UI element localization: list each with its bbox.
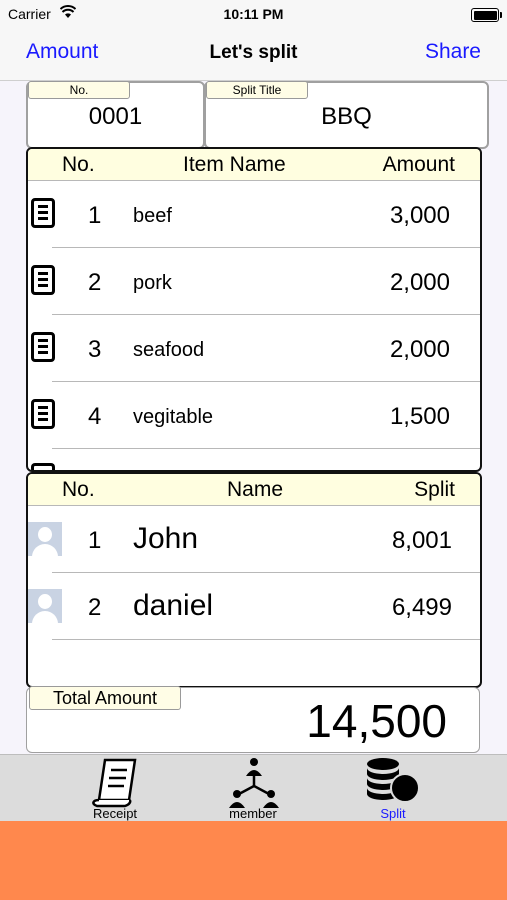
tab-split[interactable]: Split (343, 755, 443, 822)
navigation-bar: Amount Let's split Share (0, 28, 507, 81)
item-amount: 1,500 (389, 403, 450, 430)
split-number-label: No. (28, 81, 130, 99)
members-header-name: Name (227, 478, 284, 501)
document-icon[interactable] (31, 265, 55, 295)
share-button[interactable]: Share (425, 40, 481, 64)
member-row[interactable]: 1 John 8,001 (28, 506, 480, 573)
avatar (28, 522, 62, 556)
item-row[interactable]: 4 vegitable 1,500 (28, 382, 480, 449)
split-content: No. 0001 Split Title BBQ No. Item Name A… (0, 81, 507, 754)
battery-icon (471, 8, 502, 22)
member-name: daniel (133, 589, 214, 622)
split-number-field[interactable]: No. 0001 (26, 81, 205, 149)
ad-banner[interactable] (0, 821, 507, 900)
member-name: John (133, 522, 199, 555)
document-icon[interactable] (31, 399, 55, 429)
item-name: beef (133, 205, 172, 227)
member-tree-icon (227, 756, 281, 813)
items-header-no: No. (62, 153, 95, 176)
receipt-icon (89, 756, 141, 813)
total-amount-value: 14,500 (306, 695, 447, 747)
coins-split-icon (365, 756, 421, 813)
split-title-label: Split Title (206, 81, 308, 99)
split-title-value: BBQ (321, 103, 372, 130)
status-bar: Carrier 10:11 PM (0, 0, 507, 28)
members-table-header: No. Name Split (28, 474, 480, 506)
member-number: 2 (88, 594, 102, 621)
tab-member[interactable]: member (203, 755, 303, 822)
avatar (28, 589, 62, 623)
tab-member-label: member (229, 806, 277, 821)
tab-bar: Receipt member Split (0, 754, 507, 822)
split-number-value: 0001 (88, 103, 143, 130)
row-divider (52, 639, 480, 640)
item-name: pork (133, 272, 172, 294)
member-number: 1 (88, 527, 102, 554)
item-name: vegitable (133, 406, 214, 428)
document-icon[interactable] (31, 463, 55, 470)
total-amount-field: Total Amount 14,500 (26, 686, 480, 753)
item-number: 3 (88, 336, 102, 363)
item-amount: 2,000 (389, 269, 450, 296)
item-number: 2 (88, 269, 102, 296)
item-number: 4 (88, 403, 102, 430)
member-split-amount: 6,499 (391, 594, 452, 621)
status-time: 10:11 PM (223, 6, 284, 22)
item-amount: 2,000 (389, 336, 450, 363)
tab-split-label: Split (380, 806, 406, 821)
row-divider (52, 448, 480, 449)
members-header-split: Split (414, 478, 455, 501)
items-header-item-name: Item Name (183, 153, 286, 176)
item-number: 1 (88, 202, 102, 229)
split-title-field[interactable]: Split Title BBQ (204, 81, 489, 149)
members-table[interactable]: No. Name Split 1 John 8,001 2 daniel 6,4… (26, 472, 482, 688)
item-row[interactable]: 2 pork 2,000 (28, 248, 480, 315)
tab-receipt[interactable]: Receipt (65, 755, 165, 822)
items-table[interactable]: No. Item Name Amount 1 beef 3,000 2 pork… (26, 147, 482, 472)
document-icon[interactable] (31, 332, 55, 362)
member-split-amount: 8,001 (391, 527, 452, 554)
member-row[interactable]: 2 daniel 6,499 (28, 573, 480, 640)
total-amount-label: Total Amount (29, 686, 181, 710)
item-row[interactable]: 3 seafood 2,000 (28, 315, 480, 382)
members-header-no: No. (62, 478, 95, 501)
document-icon[interactable] (31, 198, 55, 228)
item-row[interactable]: 1 beef 3,000 (28, 181, 480, 248)
tab-receipt-label: Receipt (92, 806, 138, 821)
items-table-header: No. Item Name Amount (28, 149, 480, 181)
item-name: seafood (133, 339, 205, 361)
items-header-amount: Amount (382, 153, 455, 176)
item-amount: 3,000 (389, 202, 450, 229)
